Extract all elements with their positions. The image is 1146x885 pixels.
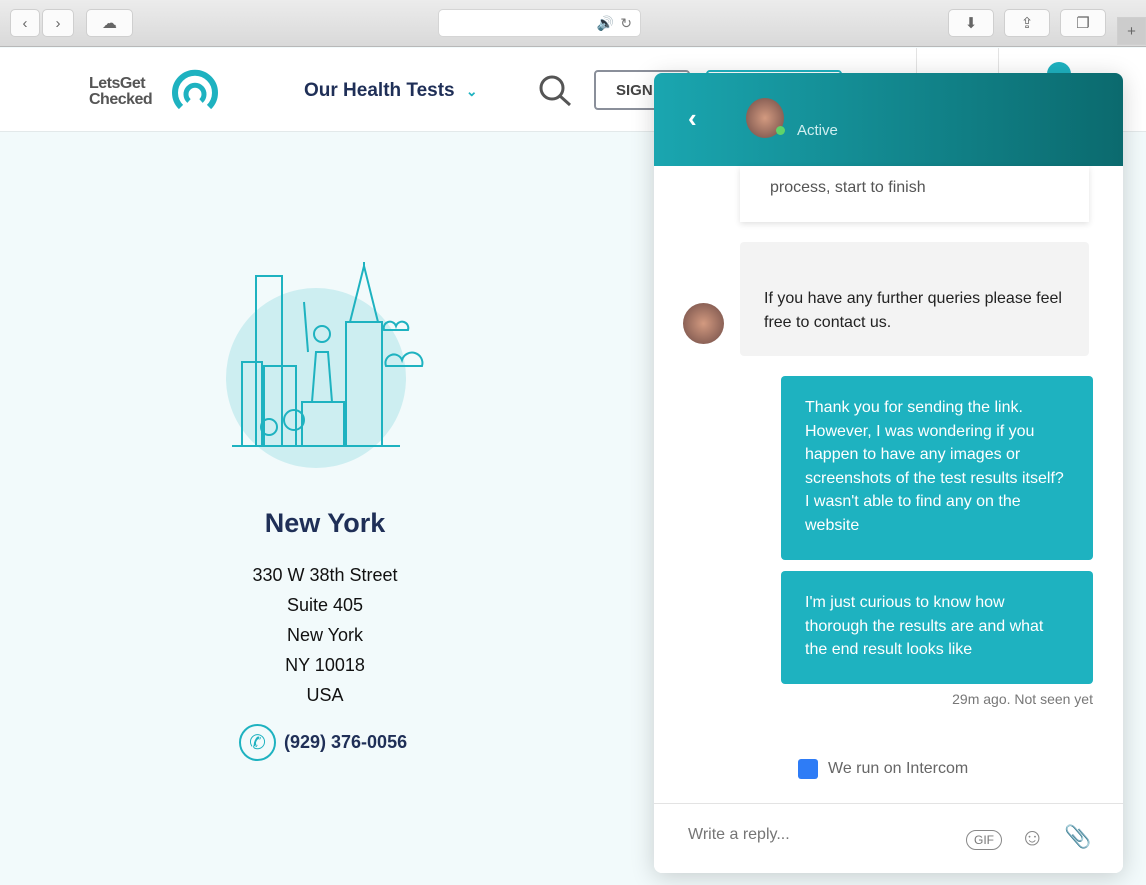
agent-avatar-small (683, 303, 724, 344)
back-icon: ‹ (22, 14, 28, 32)
address-bar[interactable]: 🔊 ↻ (438, 9, 641, 37)
share-icon: ⇪ (1020, 15, 1034, 32)
logo-line2: Checked (89, 91, 153, 108)
download-icon: ⬇ (964, 15, 978, 32)
logo-icon (172, 69, 218, 110)
forward-icon: › (55, 14, 61, 32)
message-text: Thank you for sending the link. However,… (805, 399, 1064, 534)
intercom-link[interactable]: We run on Intercom (798, 759, 968, 779)
online-dot (776, 126, 785, 135)
search-icon[interactable] (538, 74, 574, 108)
phone-icon: ✆ (239, 724, 276, 761)
chevron-down-icon: ⌄ (465, 83, 478, 99)
new-tab-button[interactable]: + (1117, 17, 1146, 45)
location-city: New York (264, 508, 386, 538)
icloud-button[interactable]: ☁ (86, 9, 133, 37)
outgoing-message: I'm just curious to know how thorough th… (781, 571, 1093, 684)
address-line: NY 10018 (285, 655, 365, 675)
agent-status: Active (797, 122, 838, 139)
browser-toolbar: ‹ › ☁ 🔊 ↻ ⬇ ⇪ ❐ + (0, 0, 1146, 47)
share-button[interactable]: ⇪ (1004, 9, 1050, 37)
phone-link[interactable]: ✆ (929) 376-0056 (239, 724, 407, 761)
message-status: 29m ago. Not seen yet (952, 691, 1093, 707)
cloud-icon: ☁ (102, 15, 117, 32)
chat-header: ‹ Active (654, 73, 1123, 166)
reload-icon[interactable]: ↻ (620, 15, 632, 32)
article-card[interactable]: process, start to finish (740, 166, 1089, 222)
message-text: If you have any further queries please f… (764, 290, 1062, 331)
article-text: process, start to finish (770, 179, 926, 196)
emoji-icon[interactable]: ☺ (1020, 824, 1045, 852)
back-button[interactable]: ‹ (10, 9, 40, 37)
intercom-icon (798, 759, 818, 779)
plus-icon: + (1127, 22, 1136, 40)
outgoing-message: Thank you for sending the link. However,… (781, 376, 1093, 560)
nav-label: Our Health Tests (304, 80, 455, 101)
location-address: 330 W 38th Street Suite 405 New York NY … (180, 560, 470, 710)
back-icon[interactable]: ‹ (688, 103, 697, 134)
composer: GIF ☺ 📎 (654, 803, 1123, 873)
address-line: USA (306, 685, 344, 705)
downloads-button[interactable]: ⬇ (948, 9, 994, 37)
incoming-message: If you have any further queries please f… (740, 242, 1089, 356)
gif-button[interactable]: GIF (966, 830, 1002, 850)
address-line: 330 W 38th Street (252, 565, 398, 585)
reply-input[interactable] (688, 826, 938, 844)
logo[interactable]: LetsGet Checked (89, 75, 153, 108)
message-text: I'm just curious to know how thorough th… (805, 594, 1044, 658)
sign-label: SIGN (616, 82, 653, 99)
nav-our-health-tests[interactable]: Our Health Tests ⌄ (304, 80, 478, 102)
address-line: New York (286, 625, 364, 645)
forward-button[interactable]: › (42, 9, 74, 37)
phone-number: (929) 376-0056 (284, 732, 408, 752)
new-york-illustration (226, 262, 424, 468)
tabs-button[interactable]: ❐ (1060, 9, 1106, 37)
logo-line1: LetsGet (89, 75, 146, 92)
attachment-icon[interactable]: 📎 (1064, 824, 1091, 850)
tabs-icon: ❐ (1076, 15, 1090, 32)
chat-widget: ‹ Active process, start to finish If you… (654, 73, 1123, 873)
address-line: Suite 405 (286, 595, 364, 615)
speaker-icon: 🔊 (596, 14, 615, 31)
powered-by-text: We run on Intercom (828, 760, 969, 777)
